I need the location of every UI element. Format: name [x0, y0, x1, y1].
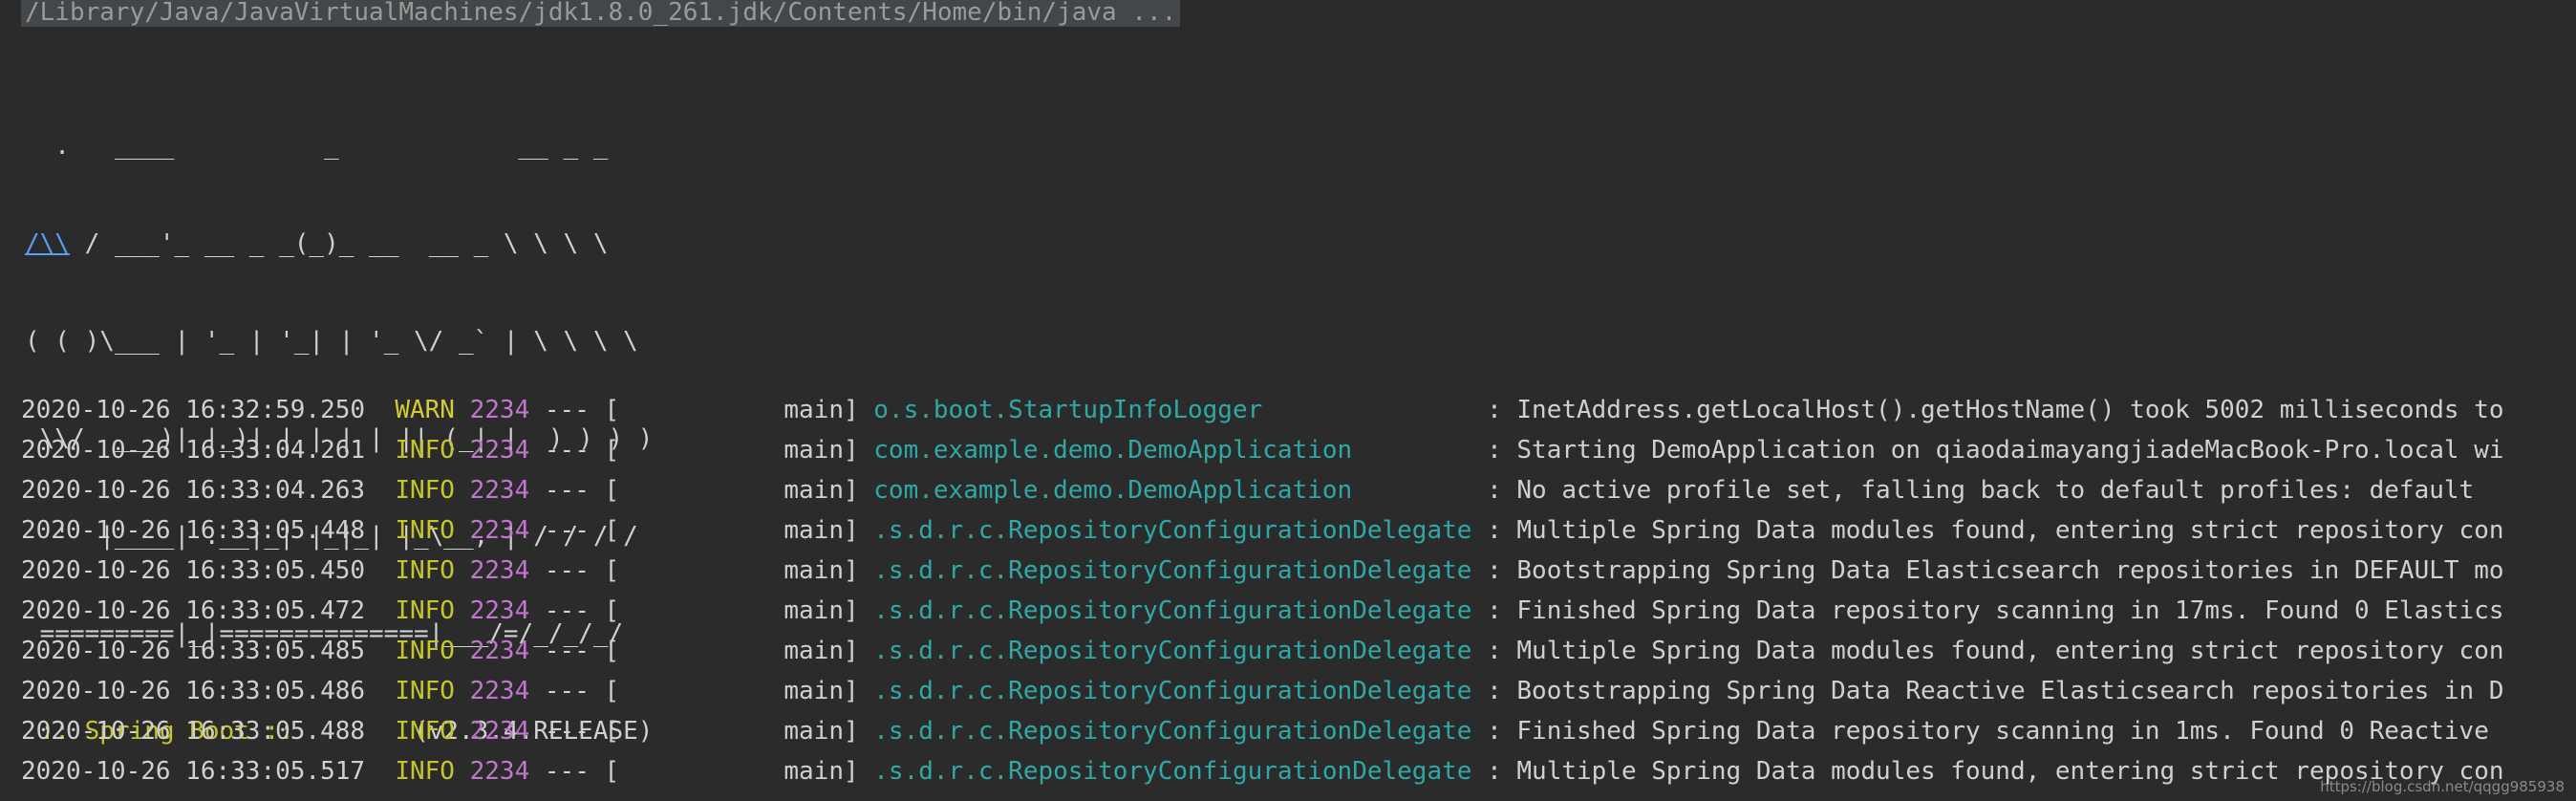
log-message: : No active profile set, falling back to… — [1471, 476, 2475, 505]
log-timestamp: 2020-10-26 16:33:05.448 — [21, 516, 366, 545]
log-pid: 2234 — [469, 757, 530, 786]
log-row: 2020-10-26 16:33:05.488 INFO 2234 --- [ … — [21, 711, 2576, 751]
log-row: 2020-10-26 16:33:05.517 INFO 2234 --- [ … — [21, 751, 2576, 791]
log-message: : Bootstrapping Spring Data Elasticsearc… — [1471, 556, 2504, 585]
log-lines: 2020-10-26 16:32:59.250 WARN 2234 --- [ … — [21, 390, 2576, 791]
log-pid: 2234 — [469, 396, 530, 424]
log-level: INFO — [395, 677, 455, 705]
log-thread: --- [ main] — [529, 596, 874, 625]
log-pid: 2234 — [469, 717, 530, 746]
log-timestamp: 2020-10-26 16:33:05.486 — [21, 677, 366, 705]
log-thread: --- [ main] — [529, 717, 874, 746]
log-row: 2020-10-26 16:33:05.450 INFO 2234 --- [ … — [21, 551, 2576, 591]
log-level: INFO — [395, 757, 455, 786]
log-logger: com.example.demo.DemoApplication — [873, 436, 1472, 465]
log-timestamp: 2020-10-26 16:33:05.485 — [21, 637, 366, 665]
log-message: : Finished Spring Data repository scanni… — [1471, 717, 2489, 746]
log-thread: --- [ main] — [529, 516, 874, 545]
log-row: 2020-10-26 16:33:05.485 INFO 2234 --- [ … — [21, 631, 2576, 671]
log-timestamp: 2020-10-26 16:33:05.517 — [21, 757, 366, 786]
watermark: https://blog.csdn.net/qqgg985938 — [2320, 778, 2565, 795]
java-command-line[interactable]: /Library/Java/JavaVirtualMachines/jdk1.8… — [21, 0, 1181, 27]
log-thread: --- [ main] — [529, 757, 874, 786]
log-timestamp: 2020-10-26 16:33:05.450 — [21, 556, 366, 585]
log-logger: .s.d.r.c.RepositoryConfigurationDelegate — [873, 556, 1472, 585]
log-logger: o.s.boot.StartupInfoLogger — [873, 396, 1472, 424]
banner-line: . ____ _ __ _ _ — [25, 132, 609, 161]
log-level: INFO — [395, 556, 455, 585]
log-message: : Multiple Spring Data modules found, en… — [1471, 516, 2504, 545]
log-pid: 2234 — [469, 476, 530, 505]
log-message: : Multiple Spring Data modules found, en… — [1471, 637, 2504, 665]
log-logger: .s.d.r.c.RepositoryConfigurationDelegate — [873, 596, 1472, 625]
log-message: : Bootstrapping Spring Data Reactive Ela… — [1471, 677, 2504, 705]
log-pid: 2234 — [469, 596, 530, 625]
log-message: : Starting DemoApplication on qiaodaimay… — [1471, 436, 2504, 465]
log-row: 2020-10-26 16:33:05.448 INFO 2234 --- [ … — [21, 510, 2576, 551]
log-thread: --- [ main] — [529, 396, 874, 424]
log-timestamp: 2020-10-26 16:32:59.250 — [21, 396, 366, 424]
banner-line: /\\ / ___'_ __ _ _(_)_ __ __ _ \ \ \ \ — [25, 224, 653, 264]
log-logger: com.example.demo.DemoApplication — [873, 476, 1472, 505]
log-pid: 2234 — [469, 436, 530, 465]
log-pid: 2234 — [469, 516, 530, 545]
log-row: 2020-10-26 16:32:59.250 WARN 2234 --- [ … — [21, 390, 2576, 430]
log-message: : Finished Spring Data repository scanni… — [1471, 596, 2504, 625]
banner-line-rest: / ___'_ __ _ _(_)_ __ __ _ \ \ \ \ — [69, 229, 609, 258]
log-logger: .s.d.r.c.RepositoryConfigurationDelegate — [873, 677, 1472, 705]
log-row: 2020-10-26 16:33:05.472 INFO 2234 --- [ … — [21, 591, 2576, 631]
log-timestamp: 2020-10-26 16:33:05.488 — [21, 717, 366, 746]
console-output[interactable]: /Library/Java/JavaVirtualMachines/jdk1.8… — [0, 0, 2576, 801]
log-pid: 2234 — [469, 556, 530, 585]
log-level: INFO — [395, 516, 455, 545]
log-pid: 2234 — [469, 637, 530, 665]
log-level: INFO — [395, 637, 455, 665]
log-level: INFO — [395, 717, 455, 746]
log-message: : InetAddress.getLocalHost().getHostName… — [1471, 396, 2504, 424]
log-thread: --- [ main] — [529, 436, 874, 465]
log-timestamp: 2020-10-26 16:33:05.472 — [21, 596, 366, 625]
log-pid: 2234 — [469, 677, 530, 705]
banner-line: ( ( )\___ | '_ | '_| | '_ \/ _` | \ \ \ … — [25, 327, 638, 356]
log-logger: .s.d.r.c.RepositoryConfigurationDelegate — [873, 637, 1472, 665]
log-row: 2020-10-26 16:33:05.486 INFO 2234 --- [ … — [21, 671, 2576, 711]
log-level: INFO — [395, 596, 455, 625]
log-thread: --- [ main] — [529, 677, 874, 705]
log-timestamp: 2020-10-26 16:33:04.261 — [21, 436, 366, 465]
log-timestamp: 2020-10-26 16:33:04.263 — [21, 476, 366, 505]
banner-link[interactable]: /\\ — [25, 229, 70, 258]
log-logger: .s.d.r.c.RepositoryConfigurationDelegate — [873, 757, 1472, 786]
log-level: INFO — [395, 436, 455, 465]
log-thread: --- [ main] — [529, 637, 874, 665]
log-thread: --- [ main] — [529, 476, 874, 505]
log-row: 2020-10-26 16:33:04.261 INFO 2234 --- [ … — [21, 430, 2576, 470]
log-logger: .s.d.r.c.RepositoryConfigurationDelegate — [873, 717, 1472, 746]
log-row: 2020-10-26 16:33:04.263 INFO 2234 --- [ … — [21, 470, 2576, 510]
log-thread: --- [ main] — [529, 556, 874, 585]
log-logger: .s.d.r.c.RepositoryConfigurationDelegate — [873, 516, 1472, 545]
log-level: INFO — [395, 476, 455, 505]
log-level: WARN — [395, 396, 455, 424]
